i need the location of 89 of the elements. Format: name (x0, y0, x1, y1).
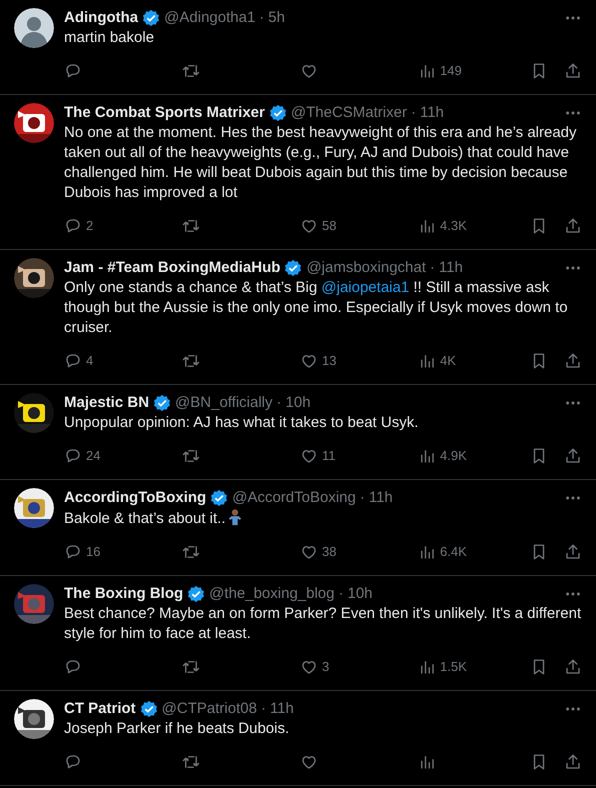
user-handle: @CTPatriot08 (162, 699, 257, 719)
bar-chart-icon (418, 352, 436, 370)
repost-icon (182, 543, 200, 561)
bar-chart-icon (418, 543, 436, 561)
repost-icon (182, 352, 200, 370)
bar-chart-icon (418, 217, 436, 235)
author-name[interactable]: Majestic BN (64, 393, 150, 413)
post-text: martin bakole (64, 28, 156, 48)
views-button[interactable]: 4.3K (418, 216, 467, 236)
author-name[interactable]: The Combat Sports Matrixer (64, 103, 265, 123)
views-button[interactable]: 149 (418, 61, 462, 81)
user-handle: @TheCSMatrixer (290, 103, 407, 123)
post-text: Best chance? Maybe an on form Parker? Even then it's unlikely. It's a different style for him to face at least. (64, 604, 582, 644)
author-name[interactable]: AccordingToBoxing (64, 488, 206, 508)
user-handle: @BN_officially (175, 393, 273, 413)
like-button[interactable]: 13 (300, 351, 418, 371)
reply-icon (64, 352, 82, 370)
reply-icon (64, 753, 82, 771)
post-time: 11h (420, 103, 444, 123)
separator-dot: · (338, 584, 344, 604)
user-handle: @Adingotha1 (164, 8, 256, 28)
heart-icon (300, 217, 318, 235)
separator-dot: · (410, 103, 416, 123)
reply-icon (64, 658, 82, 676)
post-time: 5h (268, 8, 285, 28)
share-icon[interactable] (564, 352, 582, 370)
heart-icon (300, 447, 318, 465)
share-icon[interactable] (564, 543, 582, 561)
like-button[interactable]: 11 (300, 446, 418, 466)
views-button[interactable]: 4K (418, 351, 456, 371)
post-text: Only one stands a chance & that’s Big @jaiopetaia1 !! Still a massive ask though but the Aussie is the only one imo. Especially if Usyk moves down to cruiser. (64, 278, 569, 338)
bar-chart-icon (418, 658, 436, 676)
heart-icon (300, 62, 318, 80)
mention-link[interactable]: @jaiopetaia1 (321, 279, 410, 296)
post-text: No one at the moment. Hes the best heavyweight of this era and he’s already taken out all of the heavyweights (e.g., Fury, AJ and Dubois) that could have challenged him. He will beat Dubois again but this time by decision because Dubois has improved a lot (64, 123, 578, 203)
separator-dot: · (259, 8, 264, 28)
reply-button[interactable]: 24 (64, 446, 182, 466)
bar-chart-icon (418, 753, 436, 771)
share-icon[interactable] (564, 217, 582, 235)
reply-button[interactable]: 2 (64, 216, 182, 236)
heart-icon (300, 753, 318, 771)
author-name[interactable]: The Boxing Blog (64, 584, 184, 604)
separator-dot: · (260, 699, 266, 719)
user-handle: @jamsboxingchat (306, 258, 426, 278)
like-button[interactable]: 3 (300, 657, 418, 677)
reply-button[interactable]: 16 (64, 542, 182, 562)
views-button[interactable]: 6.4K (418, 542, 467, 562)
post-time: 11h (270, 699, 294, 719)
author-name[interactable]: Adingotha (64, 8, 138, 28)
author-name[interactable]: CT Patriot (64, 699, 136, 719)
bar-chart-icon (418, 447, 436, 465)
author-name[interactable]: Jam - #Team BoxingMediaHub (64, 258, 280, 278)
heart-icon (300, 543, 318, 561)
heart-icon (300, 658, 318, 676)
share-icon[interactable] (564, 447, 582, 465)
like-button[interactable]: 58 (300, 216, 418, 236)
reply-icon (64, 447, 82, 465)
views-button[interactable]: 1.5K (418, 657, 467, 677)
post-text: Joseph Parker if he beats Dubois. (64, 719, 290, 739)
repost-icon (182, 62, 200, 80)
post-text: Unpopular opinion: AJ has what it takes to beat Usyk. (64, 413, 420, 433)
repost-icon (182, 217, 200, 235)
reply-button[interactable]: 4 (64, 351, 182, 371)
post-time: 11h (368, 488, 393, 508)
reply-icon (64, 543, 82, 561)
post-text: Bakole & that’s about it.. (64, 508, 582, 529)
heart-icon (300, 352, 318, 370)
user-handle: @AccordToBoxing (232, 488, 356, 508)
avatar-icon (14, 8, 54, 48)
views-button[interactable] (418, 753, 436, 771)
post-time: 10h (286, 393, 311, 413)
reply-icon (64, 62, 82, 80)
user-handle: @the_boxing_blog (209, 584, 334, 604)
share-icon[interactable] (564, 62, 582, 80)
separator-dot: · (276, 393, 282, 413)
repost-icon (182, 658, 200, 676)
post-time: 10h (348, 584, 373, 604)
post-time: 11h (438, 258, 463, 278)
bar-chart-icon (418, 62, 436, 80)
views-button[interactable]: 4.9K (418, 446, 467, 466)
like-button[interactable]: 38 (300, 542, 418, 562)
share-icon[interactable] (564, 658, 582, 676)
separator-dot: · (430, 258, 435, 278)
share-icon[interactable] (564, 753, 582, 771)
shrugging-figure-icon (226, 508, 244, 526)
separator-dot: · (360, 488, 365, 508)
repost-icon (182, 753, 200, 771)
repost-icon (182, 447, 200, 465)
reply-icon (64, 217, 82, 235)
